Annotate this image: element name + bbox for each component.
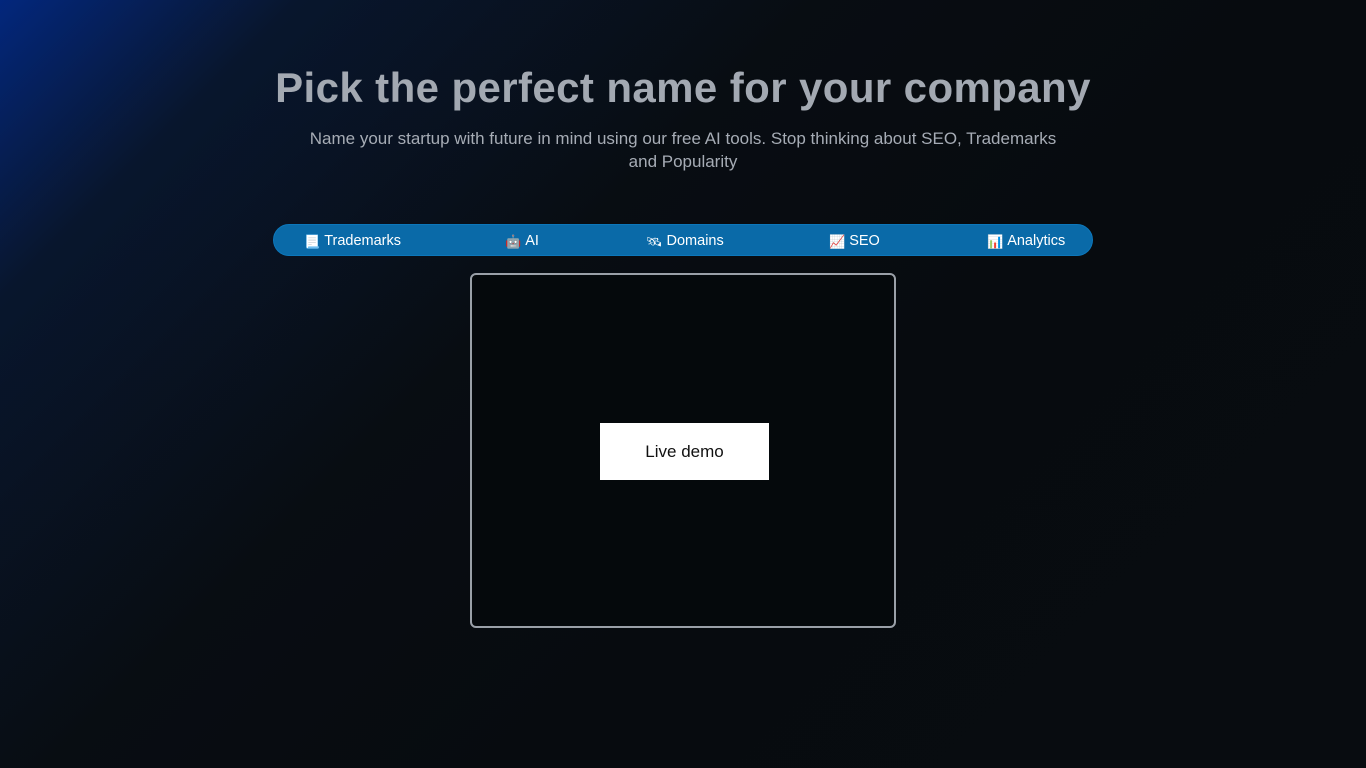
feature-label-trademarks: Trademarks [324, 233, 401, 249]
feature-label-domains: Domains [666, 233, 724, 249]
feature-label-analytics: Analytics [1007, 233, 1066, 249]
feature-label-seo: SEO [849, 233, 880, 249]
bar-chart-icon: 📊 [987, 233, 1004, 249]
satellite-icon: 🛰 [646, 233, 663, 249]
chart-increasing-icon: 📈 [829, 233, 846, 249]
page-title: Pick the perfect name for your company [275, 64, 1091, 111]
robot-icon: 🤖 [505, 233, 522, 249]
feature-item-domains[interactable]: 🛰 Domains [646, 225, 724, 257]
feature-item-analytics[interactable]: 📊 Analytics [987, 225, 1065, 257]
notebook-icon: 📃 [304, 233, 321, 249]
feature-label-ai: AI [525, 233, 539, 249]
feature-nav-bar: 📃 Trademarks 🤖 AI 🛰 Domains 📈 SEO 📊 Anal… [273, 224, 1093, 256]
feature-item-seo[interactable]: 📈 SEO [829, 225, 880, 257]
page-subtitle: Name your startup with future in mind us… [309, 129, 1057, 171]
feature-item-trademarks[interactable]: 📃 Trademarks [304, 225, 401, 257]
feature-item-ai[interactable]: 🤖 AI [505, 225, 539, 257]
demo-frame: Live demo [470, 273, 896, 628]
live-demo-button[interactable]: Live demo [600, 423, 769, 480]
